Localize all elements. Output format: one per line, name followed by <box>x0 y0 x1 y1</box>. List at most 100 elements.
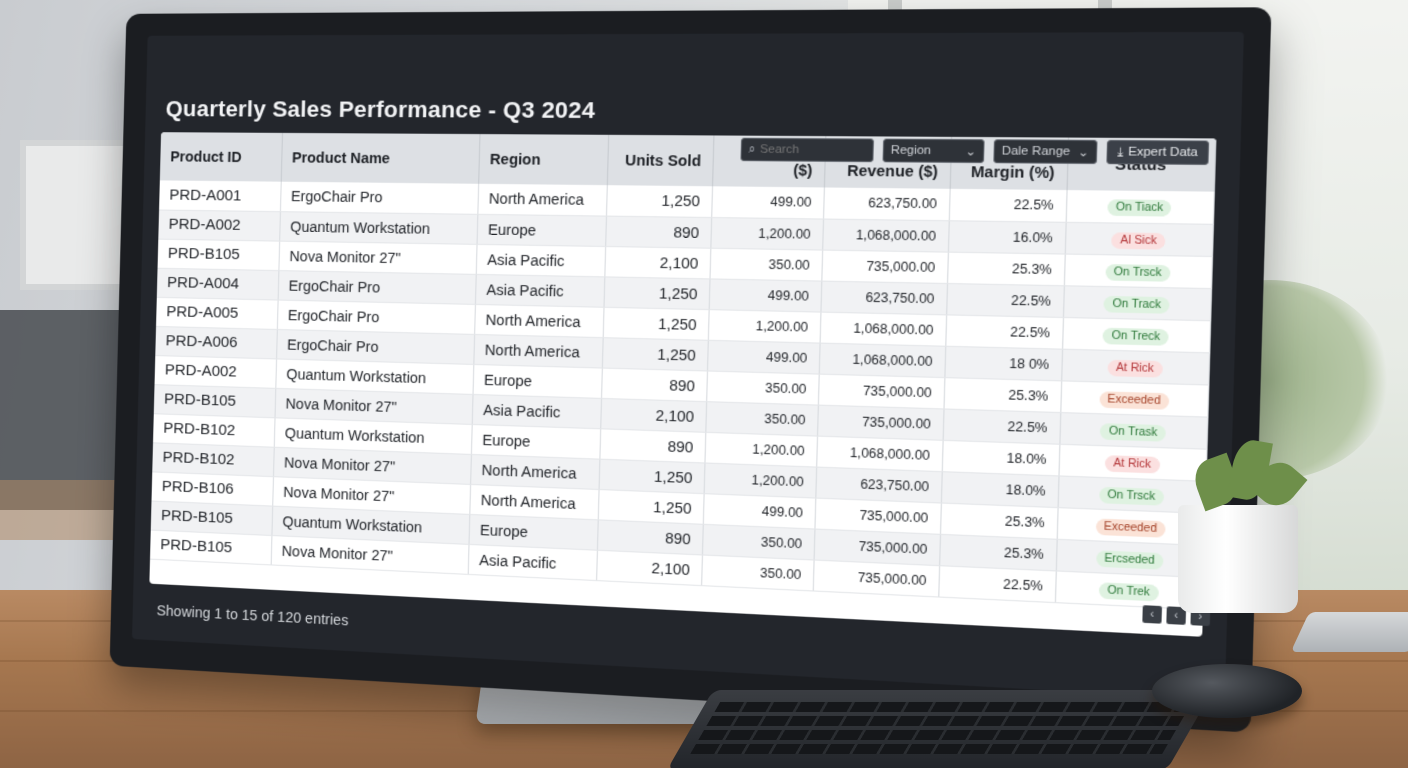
column-header[interactable]: Product Name <box>280 132 480 184</box>
total-revenue-cell: 1,068,000.00 <box>819 311 947 346</box>
status-badge: On Trask <box>1100 422 1167 442</box>
unit-price-cell: 499.00 <box>708 278 822 312</box>
total-revenue-cell: 623,750.00 <box>822 187 950 221</box>
region-cell: Europe <box>476 213 606 246</box>
unit-price-cell: 350.00 <box>705 401 818 436</box>
product-id-cell: PRD-B102 <box>153 413 275 447</box>
date-range-select[interactable]: Dale Range ⌄ <box>993 139 1098 165</box>
sales-table: Product ID Product Name Region Units Sol… <box>150 132 1216 610</box>
status-cell: On Trask <box>1059 412 1208 449</box>
status-badge: Ercseded <box>1095 549 1164 570</box>
product-id-cell: PRD-A006 <box>155 325 277 359</box>
product-id-cell: PRD-A004 <box>156 267 279 300</box>
region-select-label: Region <box>890 144 932 158</box>
unit-price-cell: 1,200.00 <box>704 431 817 467</box>
unit-price-cell: 1,200.00 <box>710 216 823 250</box>
total-revenue-cell: 735,000.00 <box>821 249 948 283</box>
profit-margin-cell: 25.3% <box>939 533 1057 571</box>
unit-price-cell: 350.00 <box>709 247 823 281</box>
region-cell: Asia Pacific <box>474 273 605 307</box>
download-icon: ⤓ <box>1117 144 1124 159</box>
status-badge: Al Sick <box>1111 231 1166 250</box>
search-field[interactable] <box>759 143 862 157</box>
product-id-cell: PRD-B105 <box>150 529 272 565</box>
column-header[interactable]: Units Sold <box>606 134 714 187</box>
total-revenue-cell: 735,000.00 <box>817 373 945 409</box>
pagination-prev-button[interactable]: ‹ <box>1142 605 1163 624</box>
region-cell: North America <box>473 333 603 368</box>
keyboard <box>666 690 1214 768</box>
page-title: Quarterly Sales Performance - Q3 2024 <box>165 96 596 124</box>
total-revenue-cell: 623,750.00 <box>815 466 942 503</box>
total-revenue-cell: 1,068,000.00 <box>822 218 949 252</box>
status-badge: On Treck <box>1103 327 1169 346</box>
profit-margin-cell: 25.3% <box>946 251 1065 286</box>
product-id-cell: PRD-A002 <box>154 355 277 388</box>
unit-price-cell: 1,200.00 <box>703 462 817 498</box>
profit-margin-cell: 22.5% <box>946 282 1064 317</box>
units-sold-cell: 1,250 <box>598 458 705 494</box>
status-badge: On Tiack <box>1107 199 1172 217</box>
wall-art <box>20 140 130 290</box>
status-badge: On Trek <box>1098 581 1159 601</box>
chevron-down-icon: ⌄ <box>965 145 977 159</box>
region-cell: Asia Pacific <box>467 543 597 581</box>
screen: Quarterly Sales Performance - Q3 2024 Pr… <box>132 31 1244 701</box>
status-badge: On Track <box>1103 295 1170 314</box>
column-header[interactable]: Region <box>478 134 609 186</box>
profit-margin-cell: 18.0% <box>940 471 1059 508</box>
status-cell: On Treck <box>1062 316 1211 353</box>
monitor: Quarterly Sales Performance - Q3 2024 Pr… <box>109 7 1272 733</box>
profit-margin-cell: 25.3% <box>943 377 1062 413</box>
profit-margin-cell: 25.3% <box>939 502 1058 539</box>
unit-price-cell: 350.00 <box>701 554 814 591</box>
units-sold-cell: 1,250 <box>601 337 708 371</box>
status-cell: On Tiack <box>1065 190 1215 224</box>
column-header[interactable]: Product ID <box>159 132 282 182</box>
profit-margin-cell: 22.5% <box>945 314 1063 349</box>
units-sold-cell: 890 <box>599 428 706 463</box>
chevron-down-icon: ⌄ <box>1077 145 1090 160</box>
region-cell: Europe <box>472 363 602 398</box>
date-range-select-label: Dale Range <box>1001 144 1071 159</box>
profit-margin-cell: 22.5% <box>948 188 1067 222</box>
profit-margin-cell: 22.5% <box>938 565 1056 603</box>
units-sold-cell: 1,250 <box>605 185 712 217</box>
export-button-label: Expert Data <box>1127 145 1199 160</box>
status-badge: On Trsck <box>1098 486 1164 506</box>
export-button[interactable]: ⤓ Expert Data <box>1106 139 1210 165</box>
unit-price-cell: 499.00 <box>706 339 820 374</box>
mouse <box>1152 664 1302 718</box>
units-sold-cell: 1,250 <box>597 488 704 524</box>
profit-margin-cell: 16.0% <box>947 220 1066 254</box>
status-cell: At Rick <box>1061 348 1210 385</box>
search-input[interactable]: ⌕ <box>740 137 875 163</box>
units-sold-cell: 890 <box>601 367 707 402</box>
units-sold-cell: 1,250 <box>602 306 709 340</box>
status-cell: Al Sick <box>1064 221 1214 256</box>
total-revenue-cell: 735,000.00 <box>812 559 940 597</box>
product-id-cell: PRD-B105 <box>153 384 276 418</box>
unit-price-cell: 499.00 <box>711 186 824 219</box>
product-name-cell: Nova Monitor 27" <box>278 240 477 274</box>
units-sold-cell: 2,100 <box>604 245 711 279</box>
unit-price-cell: 499.00 <box>702 493 816 529</box>
units-sold-cell: 2,100 <box>596 549 702 586</box>
toolbar: ⌕ Region ⌄ Dale Range ⌄ ⤓ Expert Data <box>732 131 1216 171</box>
units-sold-cell: 1,250 <box>603 276 710 310</box>
entries-summary: Showing 1 to 15 of 120 entries <box>156 602 349 629</box>
profit-margin-cell: 22.5% <box>942 408 1061 444</box>
units-sold-cell: 890 <box>596 519 703 555</box>
region-select[interactable]: Region ⌄ <box>882 138 985 164</box>
total-revenue-cell: 623,750.00 <box>820 280 947 315</box>
unit-price-cell: 350.00 <box>701 523 815 560</box>
total-revenue-cell: 735,000.00 <box>816 404 944 440</box>
product-id-cell: PRD-A002 <box>158 209 280 241</box>
product-id-cell: PRD-B102 <box>152 442 274 477</box>
status-badge: Exceeded <box>1095 517 1166 538</box>
product-name-cell: ErgoChair Pro <box>279 181 479 214</box>
units-sold-cell: 2,100 <box>600 397 707 432</box>
profit-margin-cell: 18.0% <box>941 439 1060 476</box>
product-name-cell: Quantum Workstation <box>279 211 478 244</box>
sales-table-panel: Product ID Product Name Region Units Sol… <box>149 132 1217 637</box>
